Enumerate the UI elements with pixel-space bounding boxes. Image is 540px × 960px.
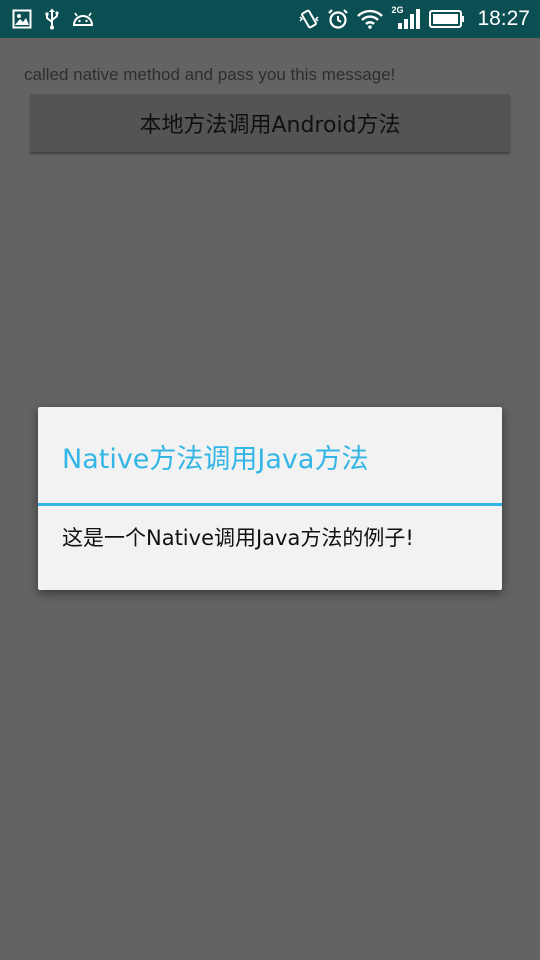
battery-icon [429, 10, 465, 28]
alarm-icon [327, 8, 349, 30]
notification-icons [12, 7, 94, 31]
dialog-title: Native方法调用Java方法 [62, 444, 369, 475]
vibrate-icon [299, 8, 319, 30]
native-message-text: called native method and pass you this m… [24, 65, 396, 84]
signal-icon: 2G [391, 5, 421, 31]
wifi-icon [357, 9, 384, 29]
alert-dialog: Native方法调用Java方法 这是一个Native调用Java方法的例子! [38, 407, 502, 590]
dialog-divider [38, 503, 502, 506]
system-icons: 2G 18:27 [299, 5, 530, 32]
usb-icon [44, 8, 60, 30]
status-time: 18:27 [477, 7, 530, 30]
dialog-message: 这是一个Native调用Java方法的例子! [62, 526, 414, 550]
status-bar: 2G 18:27 [0, 0, 540, 38]
image-icon [12, 9, 32, 29]
call-android-method-button[interactable]: 本地方法调用Android方法 [30, 94, 510, 152]
android-icon [72, 11, 94, 27]
